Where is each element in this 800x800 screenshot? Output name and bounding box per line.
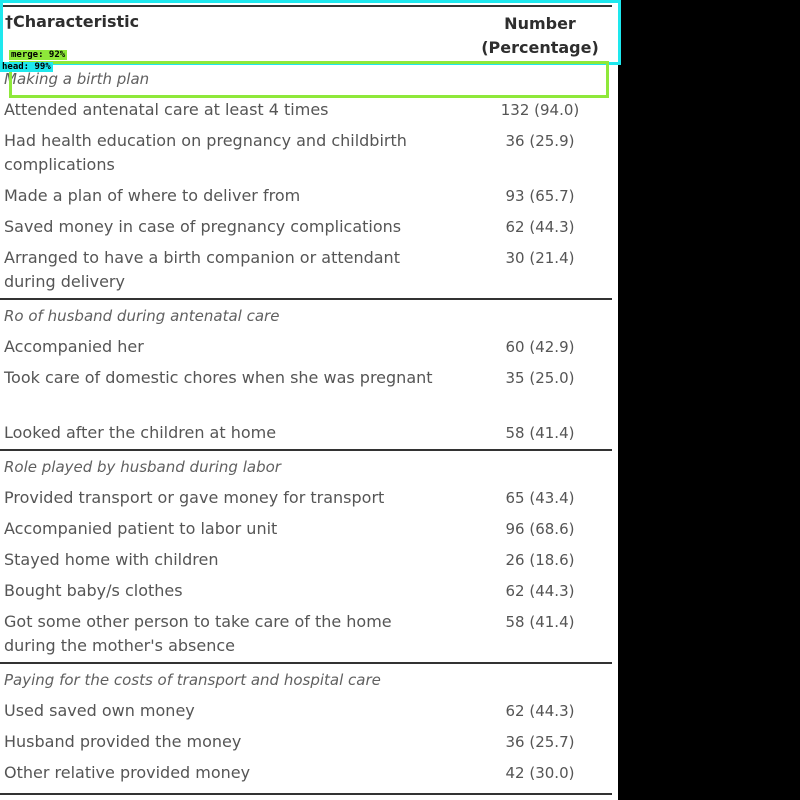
section-divider xyxy=(0,662,612,664)
table-page: †Characteristic Number (Percentage) Maki… xyxy=(0,0,618,800)
table-row-label: Saved money in case of pregnancy complic… xyxy=(4,217,402,236)
table-row-label: Got some other person to take care of th… xyxy=(4,612,392,655)
table-row-value: 62 (44.3) xyxy=(505,582,575,600)
table-row-label: Husband provided the money xyxy=(4,732,242,751)
table-row-label: Bought baby/s clothes xyxy=(4,581,183,600)
table-row-value: 36 (25.9) xyxy=(505,132,575,150)
section-title-labor: Role played by husband during labor xyxy=(4,458,281,476)
table-row-value: 36 (25.7) xyxy=(505,733,575,751)
table-row-label: Looked after the children at home xyxy=(4,423,277,442)
table-row-label: Stayed home with children xyxy=(4,550,219,569)
table-row-value: 58 (41.4) xyxy=(505,613,575,631)
table-row-value: 30 (21.4) xyxy=(505,249,575,267)
head-score-label: head: 99% xyxy=(0,62,53,72)
table-row-value: 62 (44.3) xyxy=(505,702,575,720)
table-row-label: Took care of domestic chores when she wa… xyxy=(4,368,433,387)
table-row-label: Used saved own money xyxy=(4,701,195,720)
section-title-antenatal: Ro of husband during antenatal care xyxy=(4,307,280,325)
table-row-label: Provided transport or gave money for tra… xyxy=(4,488,385,507)
table-row-value: 96 (68.6) xyxy=(505,520,575,538)
table-row-label: Attended antenatal care at least 4 times xyxy=(4,100,329,119)
table-row-label: Accompanied her xyxy=(4,337,144,356)
table-row-value: 132 (94.0) xyxy=(500,101,580,119)
table-row-value: 42 (30.0) xyxy=(505,764,575,782)
table-row-value: 62 (44.3) xyxy=(505,218,575,236)
merge-score-label: merge: 92% xyxy=(9,50,68,60)
section-divider xyxy=(0,449,612,451)
table-row-label: Other relative provided money xyxy=(4,763,251,782)
section-title-costs: Paying for the costs of transport and ho… xyxy=(4,671,381,689)
merge-detection-box xyxy=(9,61,609,98)
table-row-value: 26 (18.6) xyxy=(505,551,575,569)
table-row-label: Had health education on pregnancy and ch… xyxy=(4,131,407,174)
table-row-label: Made a plan of where to deliver from xyxy=(4,186,301,205)
section-divider xyxy=(0,298,612,300)
table-bottom-rule xyxy=(0,793,612,795)
table-row-value: 93 (65.7) xyxy=(505,187,575,205)
head-detection-box xyxy=(0,0,621,65)
table-row-label: Accompanied patient to labor unit xyxy=(4,519,278,538)
table-row-value: 58 (41.4) xyxy=(505,424,575,442)
table-row-value: 35 (25.0) xyxy=(505,369,575,387)
table-row-value: 60 (42.9) xyxy=(505,338,575,356)
table-row-value: 65 (43.4) xyxy=(505,489,575,507)
table-row-label: Arranged to have a birth companion or at… xyxy=(4,248,400,291)
